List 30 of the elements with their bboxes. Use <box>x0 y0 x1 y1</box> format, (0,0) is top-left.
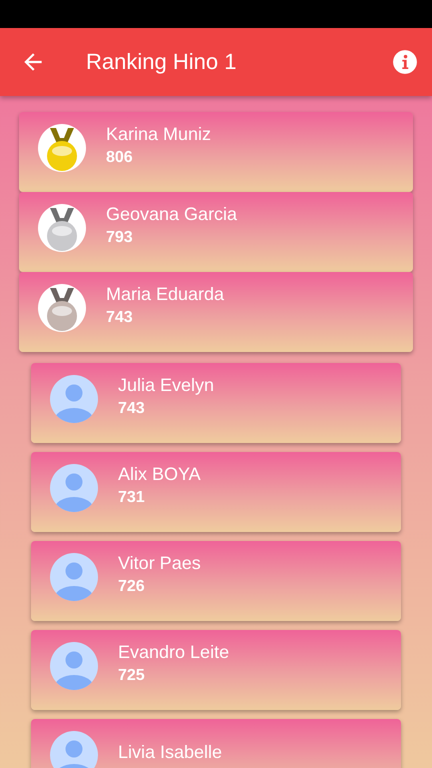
player-name: Geovana Garcia <box>106 205 238 225</box>
ranking-card[interactable]: Karina Muniz 806 <box>19 112 413 192</box>
ranking-card[interactable]: Vitor Paes 726 <box>31 541 401 621</box>
player-score: 743 <box>118 400 146 418</box>
player-score: 806 <box>106 148 134 167</box>
player-score: 743 <box>106 308 134 327</box>
ranking-card[interactable]: Alix BOYA 731 <box>31 452 401 532</box>
ranking-card[interactable]: Evandro Leite 725 <box>31 630 401 710</box>
avatar-icon <box>50 464 98 512</box>
ranking-card[interactable]: Julia Evelyn 743 <box>31 363 401 443</box>
player-score: 726 <box>118 578 146 596</box>
avatar-icon <box>50 553 98 601</box>
player-name: Evandro Leite <box>118 643 230 663</box>
player-score: 793 <box>106 228 134 247</box>
ranking-card[interactable]: Livia Isabelle <box>31 719 401 768</box>
ranking-card[interactable]: Maria Eduarda 743 <box>19 272 413 352</box>
screen-title: Ranking Hino 1 <box>86 49 238 75</box>
player-name: Alix BOYA <box>118 465 201 485</box>
player-name: Livia Isabelle <box>118 743 222 763</box>
player-score: 725 <box>118 666 146 685</box>
player-name: Julia Evelyn <box>118 376 214 396</box>
avatar-icon <box>50 642 98 690</box>
player-name: Maria Eduarda <box>106 285 224 305</box>
player-score: 731 <box>118 488 146 507</box>
avatar-icon <box>50 731 98 768</box>
ranking-card[interactable]: Geovana Garcia 793 <box>19 192 413 272</box>
avatar-icon <box>50 375 98 423</box>
info-button[interactable] <box>392 49 418 75</box>
player-name: Karina Muniz <box>106 125 212 145</box>
player-name: Vitor Paes <box>118 554 201 574</box>
